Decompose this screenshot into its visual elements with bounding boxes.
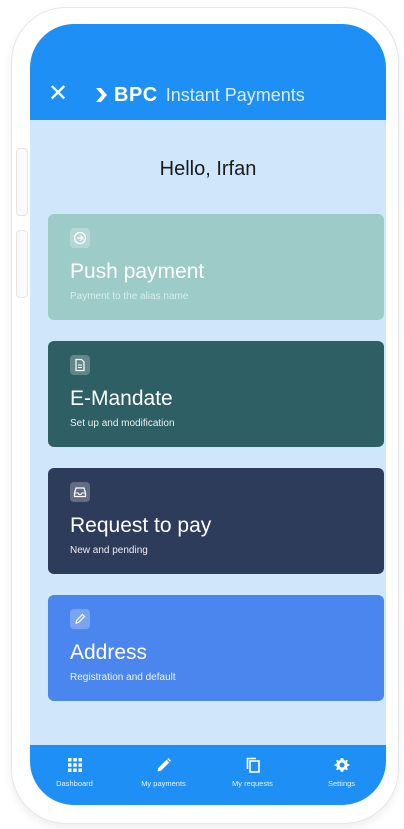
tab-label: My requests	[232, 779, 273, 788]
side-button	[16, 230, 28, 298]
card-subtitle: Set up and modification	[70, 418, 175, 429]
brand-logo: BPC Instant Payments	[94, 82, 305, 108]
gear-icon	[334, 758, 349, 772]
request-to-pay-card[interactable]: Request to pay New and pending	[48, 468, 384, 574]
tab-label: Dashboard	[56, 779, 93, 788]
greeting-text: Hello, Irfan	[159, 158, 257, 180]
side-button	[16, 148, 28, 216]
tab-label: My payments	[141, 779, 186, 788]
card-title: Address	[70, 641, 148, 664]
pencil-icon	[157, 758, 171, 772]
grid-icon	[67, 758, 82, 772]
card-title: Push payment	[70, 260, 205, 283]
card-subtitle: Payment to the alias name	[70, 291, 189, 302]
close-button[interactable]: ✕	[44, 80, 72, 108]
card-subtitle: New and pending	[70, 545, 148, 556]
phone-frame: ✕ BPC Instant Payments Hello, Irfan Push…	[12, 8, 398, 823]
chevron-right-icon	[96, 88, 107, 102]
push-payment-card[interactable]: Push payment Payment to the alias name	[48, 214, 384, 320]
card-title: Request to pay	[70, 514, 212, 537]
app-screen: ✕ BPC Instant Payments Hello, Irfan Push…	[30, 24, 386, 805]
close-icon: ✕	[47, 80, 69, 107]
document-icon	[70, 355, 90, 375]
brand-name: BPC	[114, 83, 158, 106]
arrow-circle-icon	[70, 228, 90, 248]
app-header: ✕ BPC Instant Payments	[30, 24, 386, 120]
e-mandate-card[interactable]: E-Mandate Set up and modification	[48, 341, 384, 447]
bottom-tab-bar: Dashboard My payments My requests Settin…	[30, 745, 386, 805]
tab-label: Settings	[327, 779, 356, 788]
brand-subtitle: Instant Payments	[165, 84, 305, 105]
inbox-icon	[70, 482, 90, 502]
card-title: E-Mandate	[70, 387, 173, 410]
tab-dashboard[interactable]: Dashboard	[30, 745, 119, 805]
address-card[interactable]: Address Registration and default	[48, 595, 384, 701]
tab-my-requests[interactable]: My requests	[208, 745, 297, 805]
tab-settings[interactable]: Settings	[297, 745, 386, 805]
pencil-icon	[70, 609, 90, 629]
card-subtitle: Registration and default	[70, 672, 176, 683]
tab-my-payments[interactable]: My payments	[119, 745, 208, 805]
copy-icon	[246, 757, 260, 773]
